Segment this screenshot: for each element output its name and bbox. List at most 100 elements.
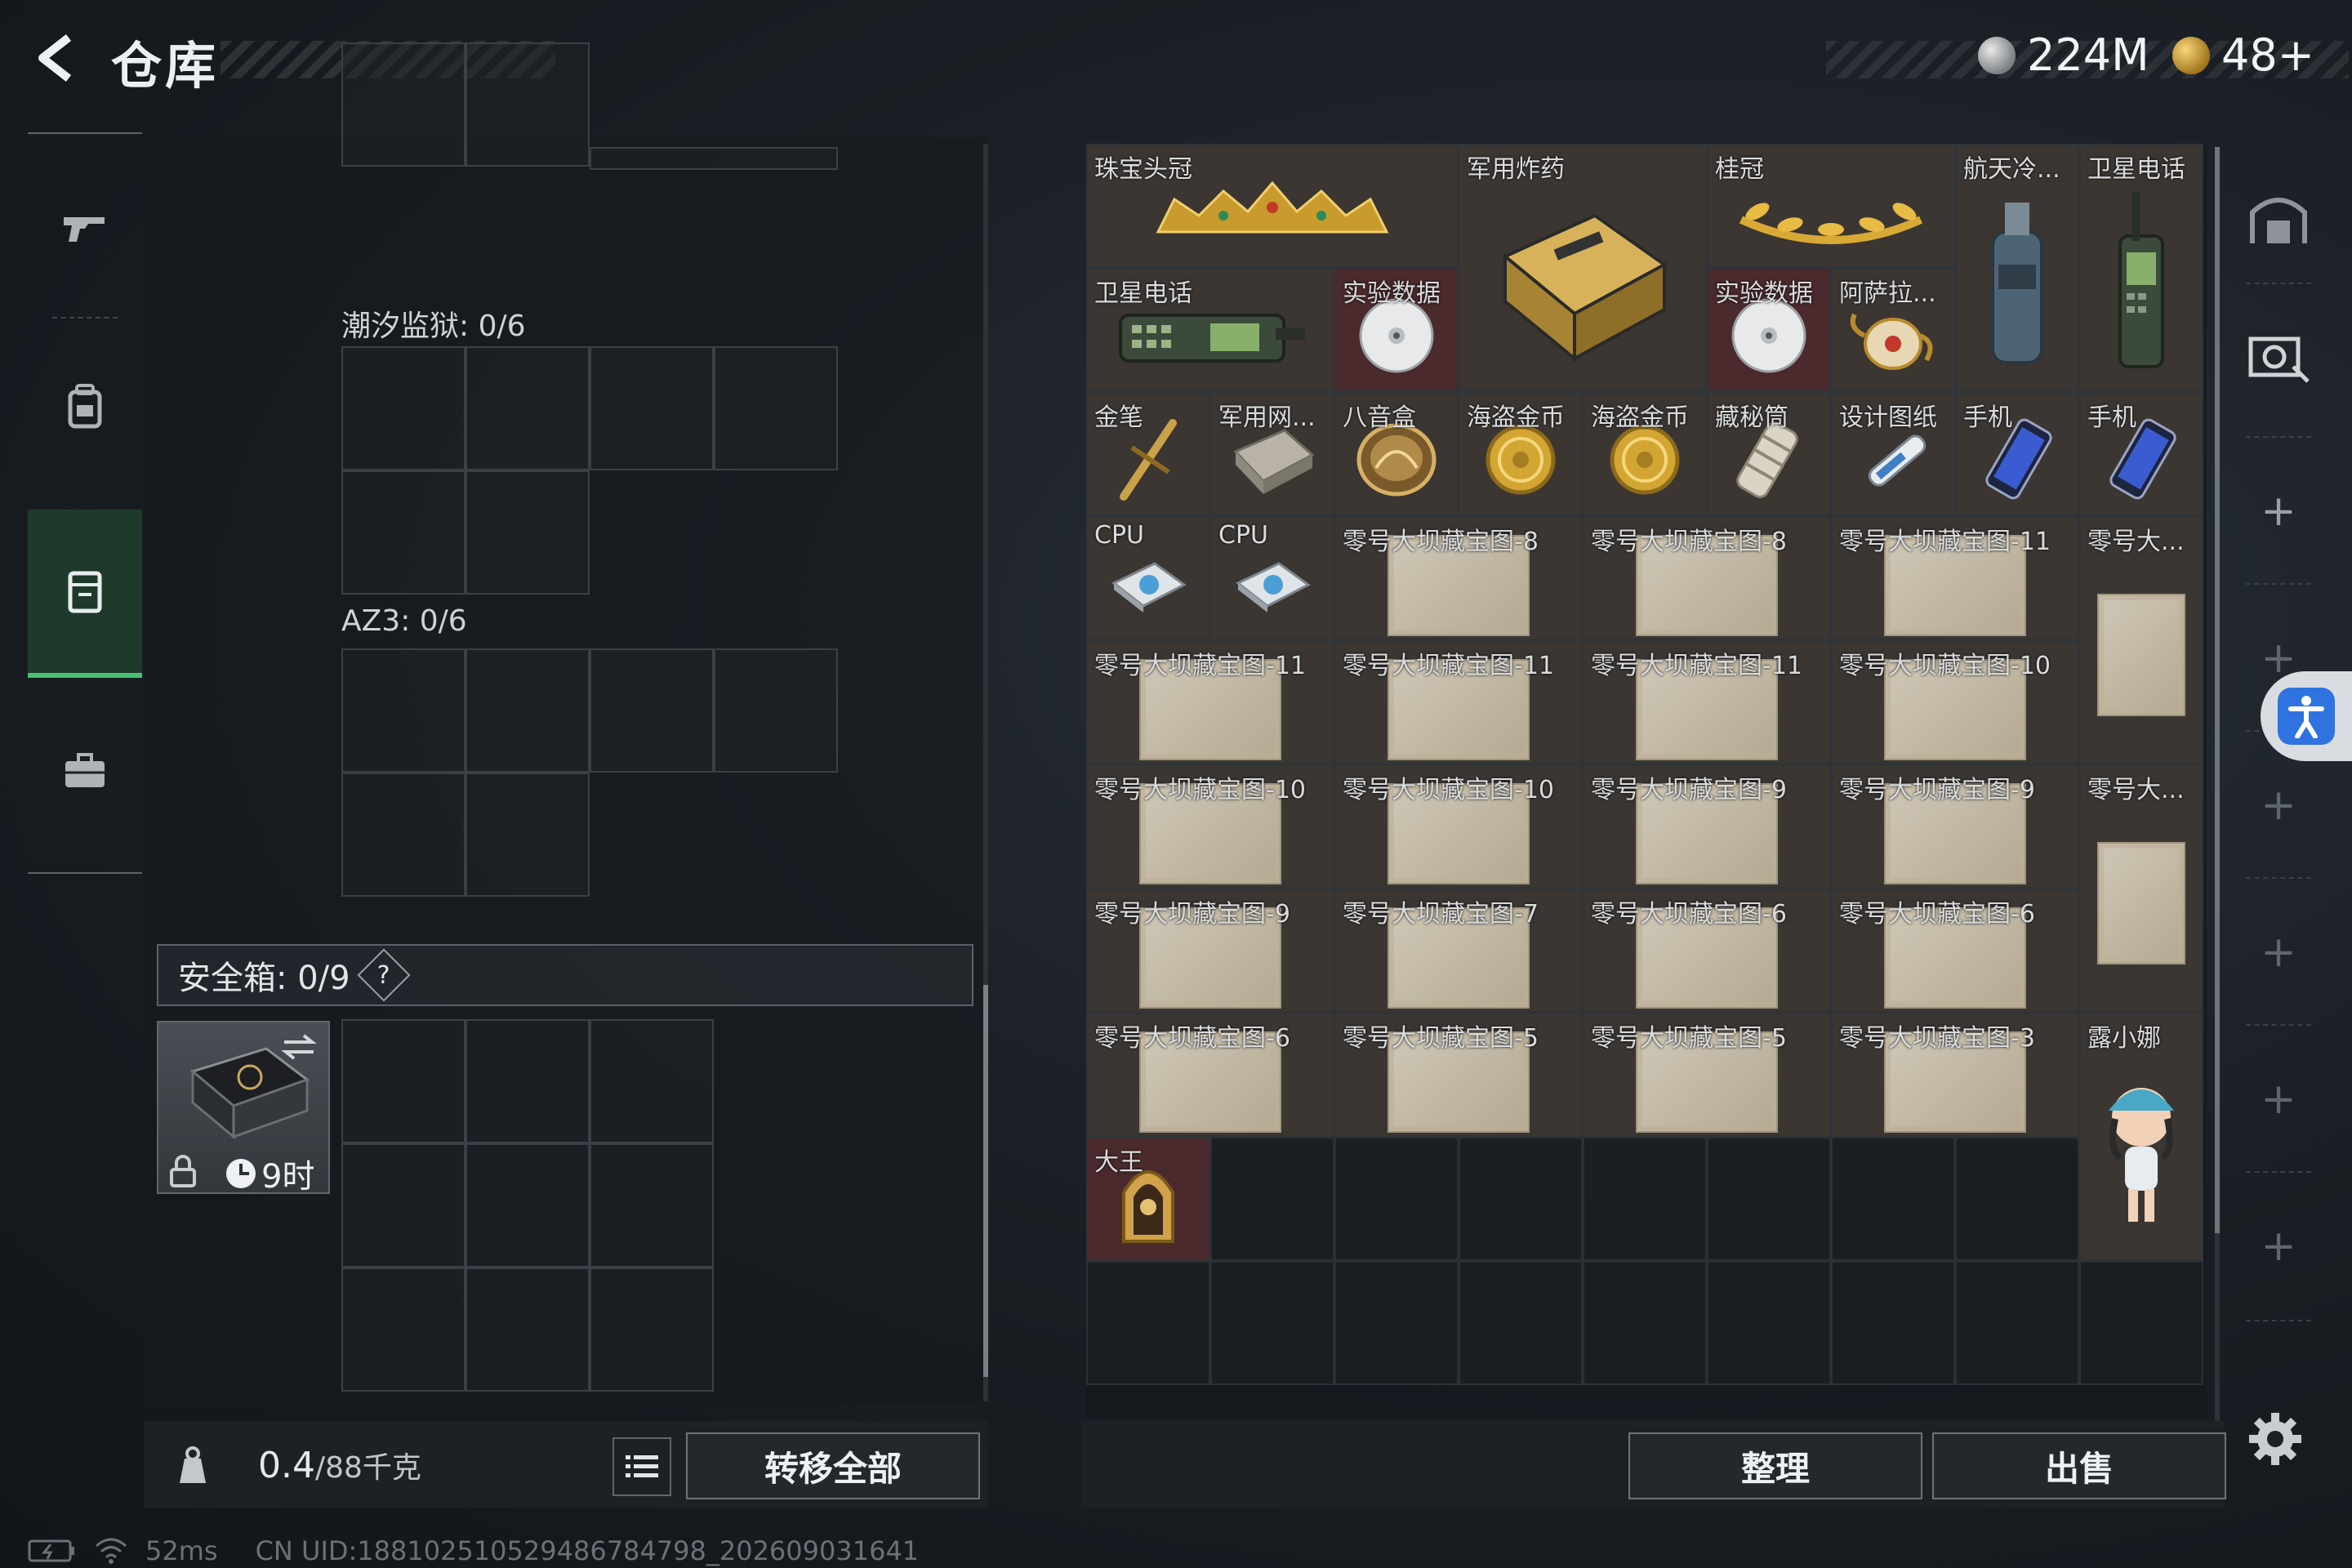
add-page-plus-icon[interactable]: + — [2238, 1058, 2319, 1140]
empty-slot — [1459, 1137, 1583, 1261]
inventory-item[interactable]: 零号大坝藏宝图-11 — [1334, 640, 1583, 764]
empty-slot[interactable] — [466, 648, 590, 773]
inventory-item[interactable]: 零号大坝藏宝图-5 — [1334, 1013, 1583, 1137]
inventory-item[interactable]: 零号大坝藏宝图-5 — [1583, 1013, 1831, 1137]
back-arrow-icon[interactable] — [28, 29, 85, 87]
inventory-item[interactable]: 零号大坝藏宝图-6 — [1583, 889, 1831, 1013]
inventory-item[interactable]: 零号大坝藏宝图-3 — [1831, 1013, 2079, 1137]
inventory-item[interactable]: 海盗金币 — [1459, 392, 1583, 516]
empty-slot[interactable] — [341, 1019, 466, 1143]
accessibility-button[interactable] — [2261, 671, 2352, 761]
inventory-item[interactable]: 零号大坝藏宝图-8 — [1583, 516, 1831, 640]
help-icon[interactable]: ? — [357, 948, 411, 1002]
settings-gear-icon[interactable] — [2246, 1410, 2305, 1468]
item-name: 零号大坝藏宝图-10 — [1343, 776, 1554, 804]
add-page-plus-icon[interactable]: + — [2238, 1205, 2319, 1287]
inventory-item[interactable]: 零号大... — [2079, 516, 2203, 764]
inventory-item[interactable]: 实验数据 — [1334, 268, 1459, 392]
inventory-item[interactable]: 零号大坝藏宝图-10 — [1831, 640, 2079, 764]
inventory-item[interactable]: 军用炸药 — [1459, 144, 1707, 392]
empty-slot[interactable] — [590, 1143, 714, 1267]
inventory-item[interactable]: 零号大坝藏宝图-11 — [1583, 640, 1831, 764]
inventory-item[interactable]: 卫星电话 — [2079, 144, 2203, 392]
inventory-item[interactable]: 桂冠 — [1707, 144, 1955, 268]
inventory-item[interactable]: 零号大坝藏宝图-6 — [1086, 1013, 1334, 1137]
sell-button[interactable]: 出售 — [1932, 1432, 2226, 1499]
inventory-item[interactable]: 卫星电话 — [1086, 268, 1334, 392]
empty-slot[interactable] — [341, 1267, 466, 1392]
empty-slot[interactable] — [590, 648, 714, 773]
list-view-button[interactable] — [612, 1437, 671, 1496]
empty-slot[interactable] — [714, 648, 838, 773]
sort-button[interactable]: 整理 — [1628, 1432, 1922, 1499]
empty-slot[interactable] — [466, 346, 590, 470]
empty-slot[interactable] — [341, 42, 466, 167]
inventory-item[interactable]: CPU — [1086, 516, 1210, 640]
inventory-item[interactable]: 阿萨拉... — [1831, 268, 1955, 392]
status-bar: 52ms CN UID:18810251052948678479​8_20260… — [28, 1535, 956, 1566]
inventory-item[interactable]: 八音盒 — [1334, 392, 1459, 516]
empty-slot[interactable] — [341, 1143, 466, 1267]
inventory-item[interactable]: 零号大... — [2079, 764, 2203, 1013]
inventory-item[interactable]: 零号大坝藏宝图-8 — [1334, 516, 1583, 640]
empty-slot[interactable] — [714, 346, 838, 470]
add-page-plus-icon[interactable]: + — [2238, 911, 2319, 993]
inventory-item[interactable]: 大王 — [1086, 1137, 1210, 1261]
inventory-item[interactable]: 军用网... — [1210, 392, 1334, 516]
sidebar-item-container[interactable] — [28, 510, 142, 678]
empty-slot[interactable] — [341, 773, 466, 897]
empty-slot[interactable] — [341, 346, 466, 470]
empty-slot[interactable] — [466, 42, 590, 167]
empty-slot[interactable] — [341, 470, 466, 595]
inventory-item[interactable]: 手机 — [2079, 392, 2203, 516]
tab-warehouse-main[interactable] — [2238, 176, 2319, 258]
sidebar-item-backpack[interactable] — [28, 325, 142, 488]
add-page-plus-icon[interactable]: + — [2238, 470, 2319, 552]
inventory-item[interactable]: 实验数据 — [1707, 268, 1831, 392]
empty-slot[interactable] — [590, 1267, 714, 1392]
sidebar-item-equipment[interactable] — [28, 689, 142, 853]
inventory-item[interactable]: 设计图纸 — [1831, 392, 1955, 516]
inventory-item[interactable]: 航天冷... — [1955, 144, 2079, 392]
inventory-item[interactable]: 零号大坝藏宝图-10 — [1334, 764, 1583, 889]
tab-divider — [2246, 1320, 2311, 1321]
inventory-item[interactable]: 零号大坝藏宝图-9 — [1583, 764, 1831, 889]
figure-item-icon — [2092, 1068, 2190, 1235]
inventory-item[interactable]: 零号大坝藏宝图-11 — [1086, 640, 1334, 764]
empty-slot[interactable] — [466, 470, 590, 595]
add-page-plus-icon[interactable]: + — [2238, 764, 2319, 846]
empty-slot[interactable] — [590, 346, 714, 470]
inventory-item[interactable]: 金笔 — [1086, 392, 1210, 516]
empty-slot[interactable] — [466, 773, 590, 897]
inventory-item[interactable]: 手机 — [1955, 392, 2079, 516]
inventory-item[interactable]: 零号大坝藏宝图-9 — [1086, 889, 1334, 1013]
inventory-item[interactable]: 零号大坝藏宝图-7 — [1334, 889, 1583, 1013]
inventory-item[interactable]: 零号大坝藏宝图-6 — [1831, 889, 2079, 1013]
inventory-item[interactable]: CPU — [1210, 516, 1334, 640]
inventory-item[interactable]: 零号大坝藏宝图-9 — [1831, 764, 2079, 889]
left-scrollbar[interactable] — [983, 144, 988, 1401]
right-scrollbar[interactable] — [2215, 147, 2220, 1421]
page-title: 仓库 — [111, 36, 220, 96]
empty-slot[interactable] — [466, 1267, 590, 1392]
empty-slot[interactable] — [590, 147, 838, 170]
battery-icon — [28, 1539, 74, 1562]
inventory-item[interactable]: 露小娜 — [2079, 1013, 2203, 1261]
safebox-item[interactable]: 9时 — [157, 1021, 330, 1196]
empty-slot[interactable] — [341, 648, 466, 773]
az3-label: AZ3: 0/6 — [341, 604, 467, 638]
transfer-all-button[interactable]: 转移全部 — [686, 1432, 980, 1499]
sidebar-item-weapons[interactable] — [28, 145, 142, 309]
inventory-item[interactable]: 珠宝头冠 — [1086, 144, 1459, 268]
inventory-item[interactable]: 零号大坝藏宝图-11 — [1831, 516, 2079, 640]
inventory-item[interactable]: 藏秘筒 — [1707, 392, 1831, 516]
empty-slot[interactable] — [466, 1143, 590, 1267]
inventory-item[interactable]: 零号大坝藏宝图-10 — [1086, 764, 1334, 889]
inventory-item[interactable]: 海盗金币 — [1583, 392, 1707, 516]
empty-slot[interactable] — [590, 1019, 714, 1143]
swap-icon[interactable] — [279, 1031, 318, 1063]
empty-slot[interactable] — [466, 1019, 590, 1143]
gold-currency[interactable]: 48+ — [2172, 29, 2314, 81]
tab-expand-warehouse[interactable] — [2238, 315, 2319, 397]
item-name: 零号大坝藏宝图-5 — [1343, 1024, 1539, 1053]
